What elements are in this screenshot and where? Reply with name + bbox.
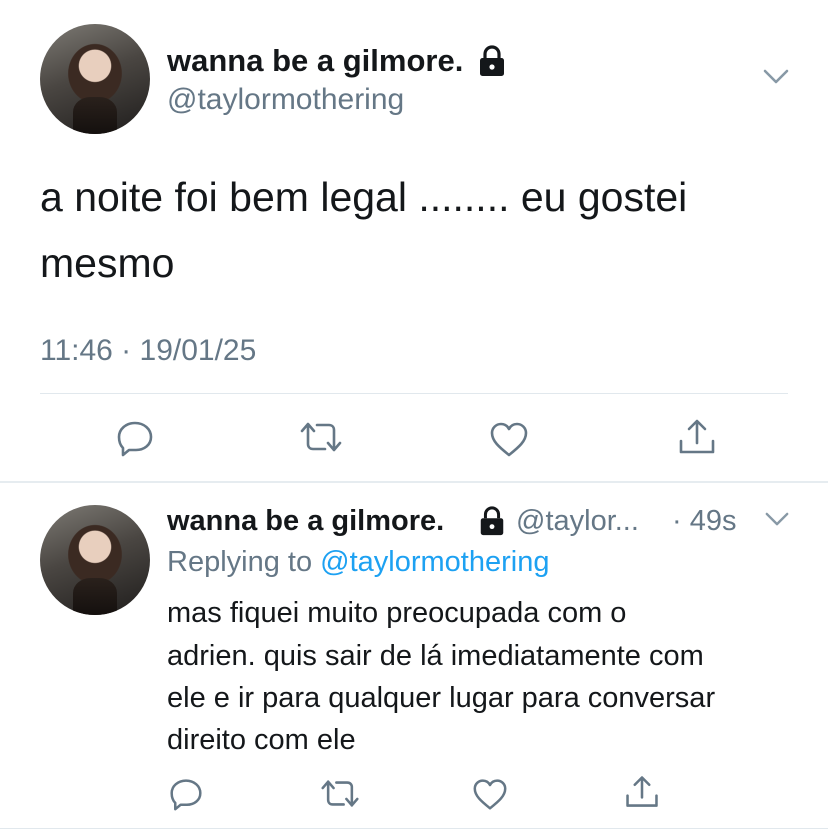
replying-to: Replying to @taylormothering: [167, 543, 549, 581]
timestamp[interactable]: 11:46 · 19/01/25: [40, 333, 256, 369]
chevron-down-icon[interactable]: [762, 68, 790, 86]
share-icon[interactable]: [676, 416, 718, 458]
reply-icon[interactable]: [168, 777, 204, 811]
display-name[interactable]: wanna be a gilmore.: [167, 502, 444, 540]
tweet-text-line: mesmo: [40, 240, 175, 286]
heart-icon[interactable]: [471, 777, 509, 811]
lock-icon: [477, 505, 507, 537]
handle[interactable]: @taylor...: [516, 502, 639, 540]
tweet-separator: [0, 481, 828, 483]
divider: [40, 393, 788, 394]
reply-icon[interactable]: [115, 419, 155, 457]
avatar[interactable]: [40, 505, 150, 615]
reply-text-line: direito com ele: [167, 724, 356, 756]
heart-icon[interactable]: [488, 420, 530, 458]
chevron-down-icon[interactable]: [764, 511, 790, 528]
reply-text-line: ele e ir para qualquer lugar para conver…: [167, 682, 716, 714]
tweet-text-line: a noite foi bem legal ........ eu gostei: [40, 174, 688, 220]
bottom-divider: [0, 828, 828, 829]
reply-text-line: mas fiquei muito preocupada com o: [167, 597, 627, 629]
tweet-age[interactable]: · 49s: [672, 502, 736, 540]
share-icon[interactable]: [623, 773, 661, 811]
replying-to-link[interactable]: @taylormothering: [320, 546, 549, 578]
retweet-icon[interactable]: [298, 420, 344, 454]
lock-icon: [476, 44, 508, 78]
display-name[interactable]: wanna be a gilmore.: [167, 41, 463, 81]
handle[interactable]: @taylormothering: [167, 81, 404, 119]
avatar[interactable]: [40, 24, 150, 134]
replying-prefix: Replying to: [167, 546, 313, 578]
reply-text-line: adrien. quis sair de lá imediatamente co…: [167, 640, 704, 672]
retweet-icon[interactable]: [319, 778, 361, 809]
